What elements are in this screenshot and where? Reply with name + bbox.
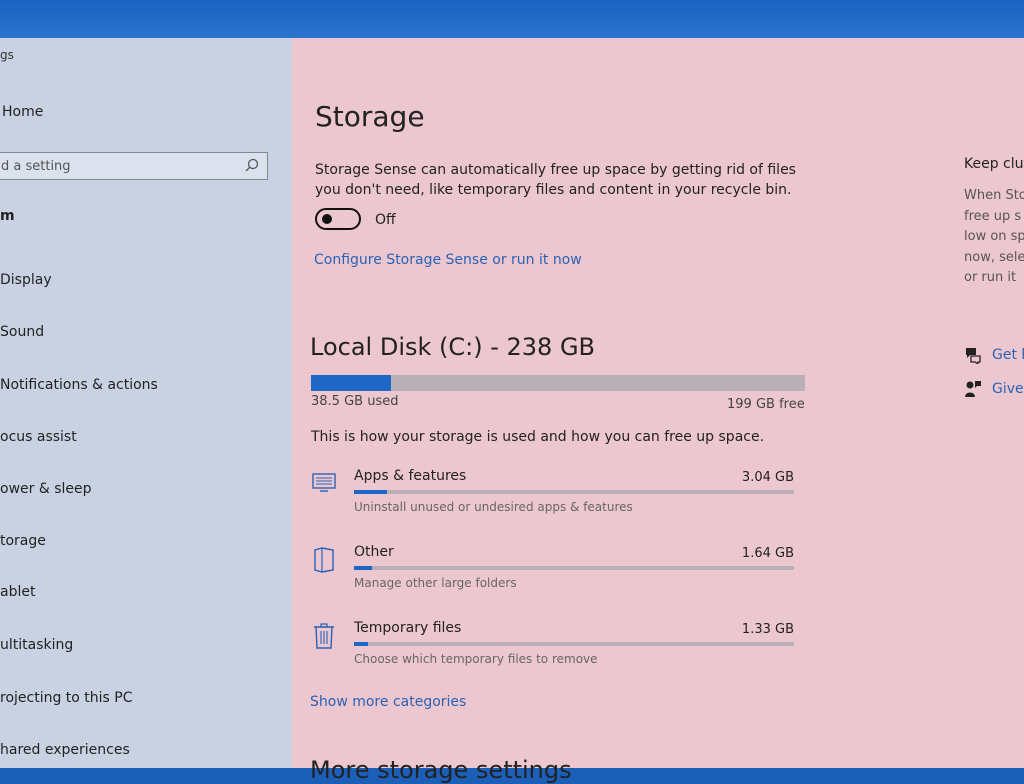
category-bar-fill <box>354 642 369 646</box>
trash-icon <box>314 623 334 649</box>
sidebar-item-shared-experiences[interactable]: hared experiences <box>0 742 130 758</box>
app-title: gs <box>0 48 14 62</box>
storage-sense-description: Storage Sense can automatically free up … <box>315 160 815 200</box>
category-size: 3.04 GB <box>741 470 794 485</box>
category-name: Other <box>354 544 394 560</box>
toggle-state-label: Off <box>375 212 396 228</box>
category-bar <box>354 642 794 646</box>
monitor-icon <box>312 473 336 492</box>
category-bar-fill <box>354 490 387 494</box>
search-input[interactable] <box>0 153 231 179</box>
sidebar-item-display[interactable]: Display <box>0 272 52 288</box>
get-help-label: Get help <box>992 347 1024 363</box>
category-size: 1.33 GB <box>741 622 794 637</box>
right-panel-line: low on sp <box>964 229 1024 244</box>
folder-icon <box>314 547 334 573</box>
sidebar-item-focus-assist[interactable]: ocus assist <box>0 429 77 445</box>
sidebar-home[interactable]: Home <box>2 104 43 120</box>
sidebar-item-storage[interactable]: torage <box>0 533 46 549</box>
page-title: Storage <box>315 100 425 133</box>
right-panel-line: now, sele <box>964 249 1024 265</box>
category-name: Apps & features <box>354 468 467 484</box>
feedback-icon <box>965 381 981 397</box>
storage-sense-description-line1: Storage Sense can automatically free up … <box>315 162 796 178</box>
settings-window: gs Home m Display Sound Notifications & … <box>0 38 1024 784</box>
right-panel-line: free up s <box>964 208 1022 224</box>
toggle-knob <box>322 214 332 224</box>
right-panel-title: Keep clutter <box>964 156 1024 172</box>
category-apps-features[interactable]: Apps & features 3.04 GB Uninstall unused… <box>310 468 800 530</box>
category-size: 1.64 GB <box>741 546 794 561</box>
category-temporary-files[interactable]: Temporary files 1.33 GB Choose which tem… <box>310 620 800 682</box>
right-panel: Keep clutter When Sto free up s low on s… <box>942 38 1024 768</box>
more-storage-settings-heading: More storage settings <box>310 756 572 784</box>
storage-usage-description: This is how your storage is used and how… <box>311 429 765 445</box>
category-name: Temporary files <box>354 620 462 636</box>
help-chat-icon <box>966 348 981 364</box>
sidebar-item-tablet[interactable]: ablet <box>0 584 35 600</box>
search-icon[interactable] <box>245 158 259 172</box>
disk-used-label: 38.5 GB used <box>311 394 399 409</box>
right-panel-text: When Sto free up s low on sp now, sele o… <box>964 186 1024 289</box>
category-bar <box>354 566 794 570</box>
category-bar-fill <box>354 566 372 570</box>
disk-usage-bar[interactable] <box>311 375 805 391</box>
main-content: Storage Storage Sense can automatically … <box>292 38 942 784</box>
category-description: Choose which temporary files to remove <box>354 652 598 666</box>
sidebar-item-notifications[interactable]: Notifications & actions <box>0 377 158 393</box>
sidebar-item-multitasking[interactable]: ultitasking <box>0 637 73 653</box>
show-more-categories-link[interactable]: Show more categories <box>310 694 466 710</box>
search-box[interactable] <box>0 152 268 180</box>
sidebar-item-sound[interactable]: Sound <box>0 324 44 340</box>
give-feedback-link[interactable]: Give feedback <box>964 380 1024 398</box>
category-bar <box>354 490 794 494</box>
disk-title: Local Disk (C:) - 238 GB <box>310 333 595 361</box>
sidebar-item-projecting[interactable]: rojecting to this PC <box>0 690 133 706</box>
right-panel-line: or run it <box>964 270 1017 285</box>
sidebar-item-power-sleep[interactable]: ower & sleep <box>0 481 92 497</box>
disk-free-label: 199 GB free <box>727 397 805 412</box>
home-label: Home <box>2 104 44 120</box>
category-description: Uninstall unused or undesired apps & fea… <box>354 500 633 514</box>
storage-sense-toggle[interactable] <box>315 208 361 230</box>
right-panel-line: When Sto <box>964 188 1024 203</box>
category-other[interactable]: Other 1.64 GB Manage other large folders <box>310 544 800 606</box>
get-help-link[interactable]: Get help <box>964 346 1024 364</box>
desktop-background <box>0 0 1024 40</box>
category-description: Manage other large folders <box>354 576 517 590</box>
disk-usage-fill <box>311 375 392 391</box>
give-feedback-label: Give feedback <box>992 381 1024 397</box>
section-label: m <box>0 208 15 224</box>
sidebar: gs Home m Display Sound Notifications & … <box>0 38 292 768</box>
configure-storage-sense-link[interactable]: Configure Storage Sense or run it now <box>314 252 582 268</box>
storage-sense-description-line2: you don't need, like temporary files and… <box>315 182 792 198</box>
